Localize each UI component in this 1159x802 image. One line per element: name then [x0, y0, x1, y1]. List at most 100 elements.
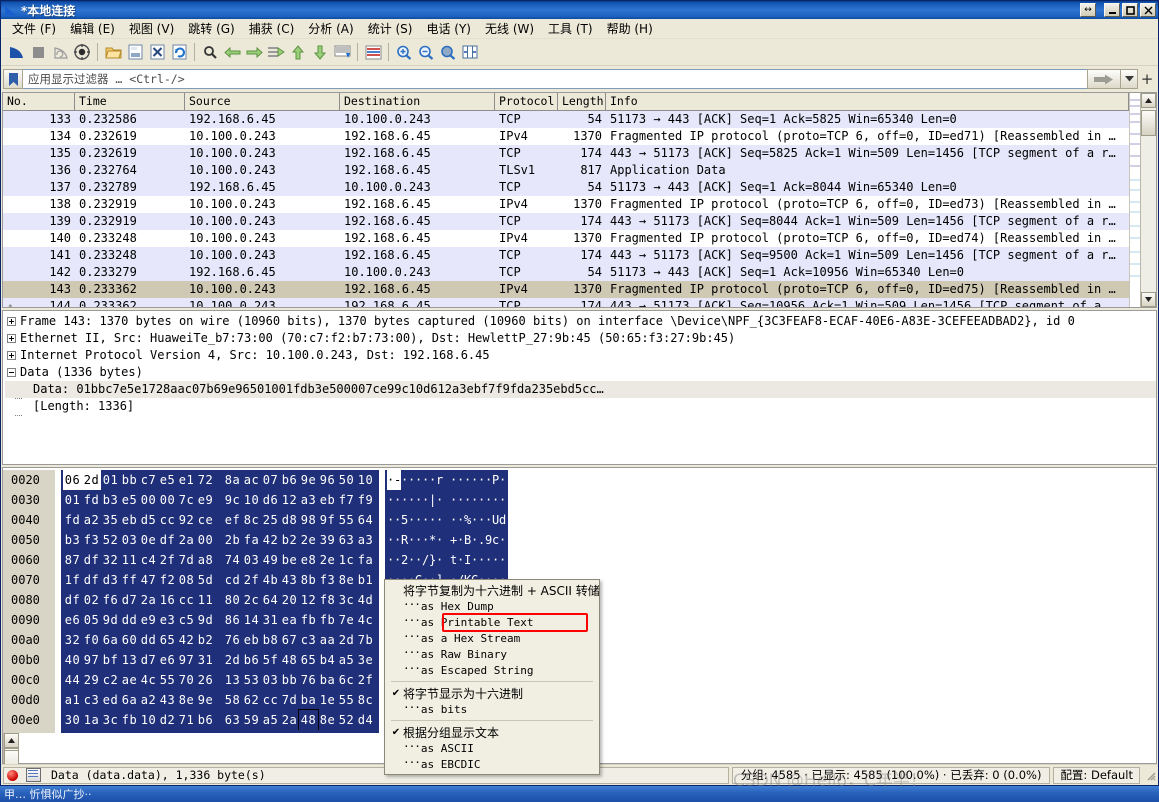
- hex-ascii[interactable]: ·-·····r ······P·: [385, 470, 508, 490]
- menu-item-show-text-based-on-packet[interactable]: ✔ 根据分组显示文本: [385, 724, 599, 740]
- menu-item-show-bytes-as-bits[interactable]: ··· as bits: [385, 701, 599, 717]
- column-header-length[interactable]: Length: [558, 93, 606, 110]
- menu-file[interactable]: 文件 (F): [5, 18, 63, 39]
- hex-pane-context-menu[interactable]: 将字节复制为十六进制 + ASCII 转储 ··· as Hex Dump ··…: [384, 579, 600, 775]
- menu-capture[interactable]: 捕获 (C): [242, 18, 302, 39]
- hex-bytes[interactable]: 01 fd b3 e5 00 00 7c e9 9c 10 d6 12 a3 eb f7 f9: [61, 490, 379, 510]
- hex-bytes[interactable]: a1 c3 ed 6a a2 43 8e 9e 58 62 cc 7d ba 1e 55 8c: [61, 690, 379, 710]
- reload-file-icon[interactable]: [168, 41, 190, 63]
- save-file-icon[interactable]: [124, 41, 146, 63]
- display-filter-input[interactable]: 应用显示过滤器 … <Ctrl-/>: [23, 69, 1088, 89]
- go-first-packet-icon[interactable]: [287, 41, 309, 63]
- hex-bytes[interactable]: b3 f3 52 03 0e df 2a 00 2b fa 42 b2 2e 39 63 a3: [61, 530, 379, 550]
- hex-ascii[interactable]: ··R···*· +·B·.9c·: [385, 530, 508, 550]
- hex-bytes[interactable]: df 02 f6 d7 2a 16 cc 11 80 2c 64 20 12 f8 3c 4d: [61, 590, 379, 610]
- scroll-down-button[interactable]: [1141, 292, 1156, 307]
- capture-options-icon[interactable]: [71, 41, 93, 63]
- detail-row-ethernet[interactable]: Ethernet II, Src: HuaweiTe_b7:73:00 (70:…: [5, 330, 1156, 347]
- hex-bytes[interactable]: 87 df 32 11 c4 2f 7d a8 74 03 49 be e8 2e 1c fa: [61, 550, 379, 570]
- chevron-down-icon[interactable]: [1121, 69, 1138, 89]
- zoom-out-icon[interactable]: [415, 41, 437, 63]
- restore-size-button[interactable]: ↔: [1080, 3, 1096, 17]
- hex-row[interactable]: 0060 87 df 32 11 c4 2f 7d a8 74 03 49 be e8 2e 1c fa ··…: [3, 550, 1156, 570]
- capture-status-icon[interactable]: [7, 769, 18, 781]
- start-capture-icon[interactable]: [5, 41, 27, 63]
- colorize-icon[interactable]: [362, 41, 384, 63]
- hex-bytes[interactable]: fd a2 35 eb d5 cc 92 ce ef 8c 25 d8 98 9f 55 64: [61, 510, 379, 530]
- column-header-protocol[interactable]: Protocol: [495, 93, 558, 110]
- table-row[interactable]: • 144 0.233362 10.100.0.243 192.168.6.45…: [3, 298, 1129, 307]
- menu-analyze[interactable]: 分析 (A): [301, 18, 360, 39]
- hex-row[interactable]: 0050 b3 f3 52 03 0e df 2a 00 2b fa 42 b2 2e 39 63 a3 ··…: [3, 530, 1156, 550]
- minimize-button[interactable]: [1104, 3, 1120, 17]
- menu-go[interactable]: 跳转 (G): [181, 18, 241, 39]
- restart-capture-icon[interactable]: [49, 41, 71, 63]
- zoom-reset-icon[interactable]: [437, 41, 459, 63]
- hex-ascii[interactable]: ··2··/}· t·I·····: [385, 550, 508, 570]
- menu-telephony[interactable]: 电话 (Y): [419, 18, 478, 39]
- table-row[interactable]: 134 0.232619 10.100.0.243 192.168.6.45 I…: [3, 128, 1129, 145]
- detail-row-data[interactable]: Data (1336 bytes): [5, 364, 1156, 381]
- status-profile[interactable]: 配置: Default: [1053, 766, 1140, 784]
- menu-item-show-text-as-ebcdic[interactable]: ··· as EBCDIC: [385, 756, 599, 772]
- menu-item-copy-as-printable-text[interactable]: ··· as Printable Text: [385, 614, 599, 630]
- menu-tools[interactable]: 工具 (T): [541, 18, 600, 39]
- bookmark-icon[interactable]: [3, 69, 23, 89]
- table-row[interactable]: 139 0.232919 10.100.0.243 192.168.6.45 T…: [3, 213, 1129, 230]
- column-header-info[interactable]: Info: [606, 93, 1129, 110]
- hex-bytes[interactable]: 44 29 c2 ae 4c 55 70 26 13 53 03 bb 76 ba 6c 2f: [61, 670, 379, 690]
- go-back-icon[interactable]: [221, 41, 243, 63]
- column-header-time[interactable]: Time: [75, 93, 185, 110]
- table-row[interactable]: 141 0.233248 10.100.0.243 192.168.6.45 T…: [3, 247, 1129, 264]
- menu-view[interactable]: 视图 (V): [122, 18, 181, 39]
- hex-row[interactable]: 0030 01 fd b3 e5 00 00 7c e9 9c 10 d6 12 a3 eb f7 f9 ··…: [3, 490, 1156, 510]
- go-forward-icon[interactable]: [243, 41, 265, 63]
- taskbar-item[interactable]: 甲… 忻惧似广抄··: [0, 786, 92, 802]
- go-last-packet-icon[interactable]: [309, 41, 331, 63]
- detail-row-data-field[interactable]: Data: 01bbc7e5e1728aac07b69e96501001fdb3…: [5, 381, 1156, 399]
- menu-wireless[interactable]: 无线 (W): [478, 18, 541, 39]
- menu-edit[interactable]: 编辑 (E): [63, 18, 122, 39]
- close-button[interactable]: [1140, 3, 1156, 17]
- scroll-thumb[interactable]: [1141, 110, 1156, 136]
- collapse-toggle-icon[interactable]: [7, 368, 16, 377]
- menu-item-copy-as-raw-binary[interactable]: ··· as Raw Binary: [385, 646, 599, 662]
- hex-row[interactable]: 0020 06 2d 01 bb c7 e5 e1 72 8a ac 07 b6 9e 96 50 10 ·-…: [3, 470, 1156, 490]
- packet-list-scrollbar[interactable]: [1140, 93, 1156, 307]
- hex-bytes[interactable]: e6 05 9d dd e9 e3 c5 9d 86 14 31 ea fb fb 7e 4c: [61, 610, 379, 630]
- close-file-icon[interactable]: [146, 41, 168, 63]
- table-row[interactable]: 138 0.232919 10.100.0.243 192.168.6.45 I…: [3, 196, 1129, 213]
- hex-ascii[interactable]: ······|· ········: [385, 490, 508, 510]
- hex-bytes[interactable]: 40 97 bf 13 d7 e6 97 31 2d b6 5f 48 65 b4 a5 3e: [61, 650, 379, 670]
- column-header-source[interactable]: Source: [185, 93, 340, 110]
- resize-grip[interactable]: [1142, 770, 1156, 781]
- table-row[interactable]: 136 0.232764 10.100.0.243 192.168.6.45 T…: [3, 162, 1129, 179]
- apply-filter-button[interactable]: [1087, 69, 1121, 89]
- hex-bytes[interactable]: 30 1a 3c fb 10 d2 71 b6 63 59 a5 2a 48 8e 52 d4: [61, 709, 379, 731]
- column-header-no[interactable]: No.: [3, 93, 75, 110]
- hex-row[interactable]: 0040 fd a2 35 eb d5 cc 92 ce ef 8c 25 d8 98 9f 55 64 ··…: [3, 510, 1156, 530]
- open-file-icon[interactable]: [102, 41, 124, 63]
- table-row[interactable]: 140 0.233248 10.100.0.243 192.168.6.45 I…: [3, 230, 1129, 247]
- table-row[interactable]: 133 0.232586 192.168.6.45 10.100.0.243 T…: [3, 111, 1129, 128]
- auto-scroll-icon[interactable]: [331, 41, 353, 63]
- menu-item-copy-bytes-hex-ascii-dump[interactable]: 将字节复制为十六进制 + ASCII 转储: [385, 582, 600, 598]
- add-filter-button[interactable]: +: [1138, 69, 1156, 89]
- hex-bytes[interactable]: c9cb04a9787713e508502f550739816a: [61, 730, 379, 733]
- expand-toggle-icon[interactable]: [7, 317, 16, 326]
- menu-item-show-bytes-as-hex[interactable]: ✔ 将字节显示为十六进制: [385, 685, 599, 701]
- menu-item-show-text-as-ascii[interactable]: ··· as ASCII: [385, 740, 599, 756]
- scroll-track[interactable]: [1141, 108, 1156, 292]
- menu-help[interactable]: 帮助 (H): [600, 18, 660, 39]
- table-row[interactable]: 137 0.232789 192.168.6.45 10.100.0.243 T…: [3, 179, 1129, 196]
- detail-row-frame[interactable]: Frame 143: 1370 bytes on wire (10960 bit…: [5, 313, 1156, 330]
- scroll-up-button[interactable]: [1141, 93, 1156, 108]
- detail-row-ipv4[interactable]: Internet Protocol Version 4, Src: 10.100…: [5, 347, 1156, 364]
- table-row[interactable]: 142 0.233279 192.168.6.45 10.100.0.243 T…: [3, 264, 1129, 281]
- hex-bytes[interactable]: 1f df d3 ff 47 f2 08 5d cd 2f 4b 43 8b f3 8e b1: [61, 570, 379, 590]
- capture-comment-icon[interactable]: [26, 768, 41, 782]
- go-to-packet-icon[interactable]: [265, 41, 287, 63]
- hex-ascii[interactable]: ··5····· ··%···Ud: [385, 510, 508, 530]
- menu-item-copy-as-escaped-string[interactable]: ··· as Escaped String: [385, 662, 599, 678]
- stop-capture-icon[interactable]: [27, 41, 49, 63]
